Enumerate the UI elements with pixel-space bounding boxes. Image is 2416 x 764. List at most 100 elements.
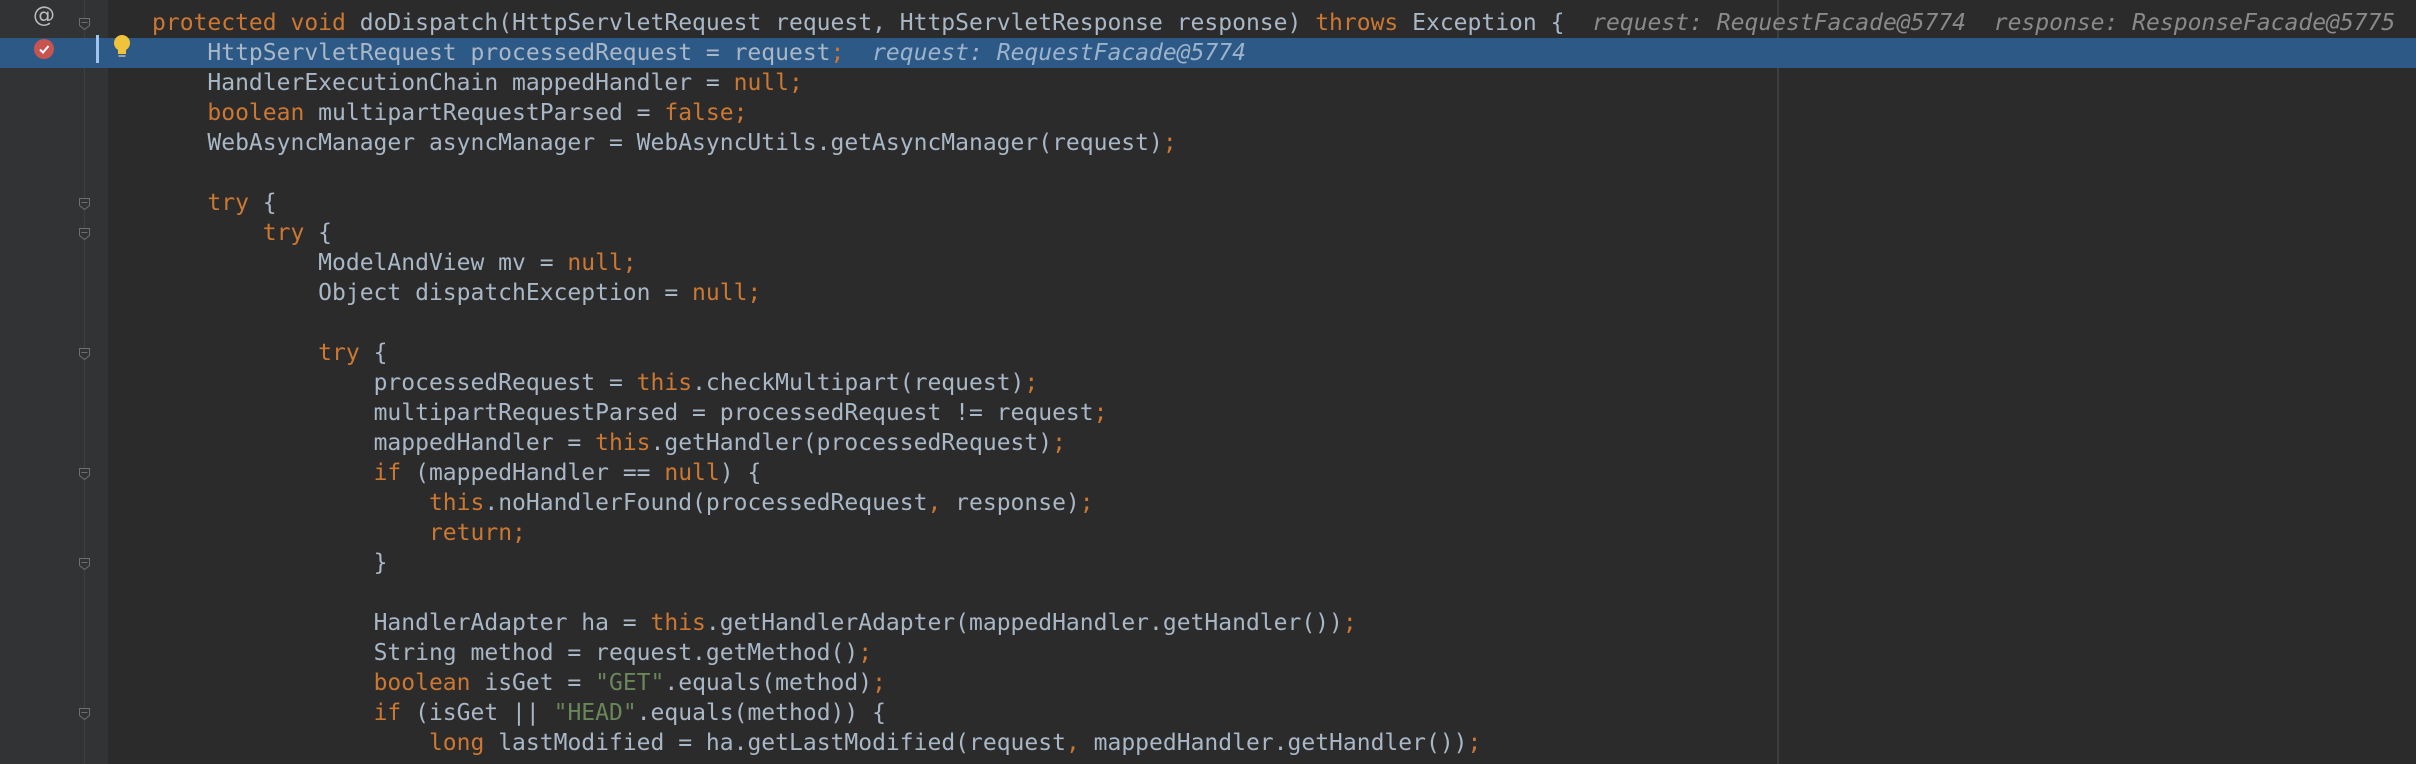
code-token: this: [650, 610, 706, 636]
code-token: HttpServletRequest processedRequest = re…: [207, 40, 831, 66]
code-token: "HEAD": [553, 700, 637, 726]
code-editor[interactable]: protected void doDispatch(HttpServletReq…: [0, 0, 2416, 764]
code-token: {: [373, 340, 388, 366]
code-line[interactable]: String method = request.getMethod();: [0, 638, 2416, 668]
code-line[interactable]: if (mappedHandler == null) {: [0, 458, 2416, 488]
code-token: this: [636, 370, 693, 396]
code-token: long: [428, 730, 499, 756]
fold-marker-icon[interactable]: [79, 198, 90, 210]
code-token: ;: [1467, 730, 1482, 756]
code-line[interactable]: boolean multipartRequestParsed = false;: [0, 98, 2416, 128]
code-token: {: [318, 220, 333, 246]
code-token: isGet =: [484, 670, 596, 696]
code-line[interactable]: protected void doDispatch(HttpServletReq…: [0, 8, 2416, 38]
code-line[interactable]: mappedHandler = this.getHandler(processe…: [0, 428, 2416, 458]
code-line[interactable]: multipartRequestParsed = processedReques…: [0, 398, 2416, 428]
code-text: processedRequest = this.checkMultipart(r…: [152, 368, 1039, 398]
fold-marker-icon[interactable]: [79, 228, 90, 240]
code-token: {: [262, 190, 277, 216]
code-token: protected void: [152, 10, 360, 36]
code-token: this: [595, 430, 651, 456]
code-token: .equals(method): [664, 670, 873, 696]
code-token: "GET": [595, 670, 665, 696]
override-icon[interactable]: @: [33, 3, 55, 28]
code-token: .getHandler(processedRequest): [650, 430, 1053, 456]
code-token: ;: [858, 640, 873, 666]
code-line[interactable]: if (isGet || "HEAD".equals(method)) {: [0, 698, 2416, 728]
code-text: HttpServletRequest processedRequest = re…: [152, 38, 1246, 68]
fold-marker-icon[interactable]: [79, 708, 90, 720]
fold-marker-icon[interactable]: [79, 558, 90, 570]
code-token: ,: [1065, 730, 1094, 756]
code-token: return;: [428, 520, 526, 546]
code-line[interactable]: WebAsyncManager asyncManager = WebAsyncU…: [0, 128, 2416, 158]
code-line[interactable]: boolean isGet = "GET".equals(method);: [0, 668, 2416, 698]
code-token: HandlerExecutionChain mappedHandler =: [207, 70, 734, 96]
fold-marker-icon[interactable]: [79, 18, 90, 30]
code-line[interactable]: return;: [0, 518, 2416, 548]
code-token: try: [207, 190, 263, 216]
code-token: multipartRequestParsed =: [318, 100, 665, 126]
code-token: doDispatch(HttpServletRequest request, H…: [359, 10, 1316, 36]
code-token: processedRequest =: [373, 370, 637, 396]
code-line[interactable]: Object dispatchException = null;: [0, 278, 2416, 308]
lightbulb-icon[interactable]: [112, 34, 132, 60]
code-token: ;: [1162, 130, 1177, 156]
code-token: try: [262, 220, 319, 246]
code-token: null;: [567, 250, 637, 276]
code-text: this.noHandlerFound(processedRequest, re…: [152, 488, 1094, 518]
code-token: null;: [692, 280, 762, 306]
code-line[interactable]: [0, 158, 2416, 188]
code-token: this: [428, 490, 485, 516]
code-token: lastModified = ha.getLastModified(reques…: [498, 730, 1066, 756]
code-token: false;: [664, 100, 748, 126]
breakpoint-icon[interactable]: [33, 38, 55, 60]
fold-marker-icon[interactable]: [79, 468, 90, 480]
inlay-hint: request: RequestFacade@5774: [844, 40, 1246, 66]
code-line[interactable]: try {: [0, 338, 2416, 368]
code-line[interactable]: processedRequest = this.checkMultipart(r…: [0, 368, 2416, 398]
code-line[interactable]: HandlerAdapter ha = this.getHandlerAdapt…: [0, 608, 2416, 638]
code-text: Object dispatchException = null;: [152, 278, 761, 308]
code-token: boolean: [373, 670, 485, 696]
code-line[interactable]: [0, 578, 2416, 608]
code-text: try {: [152, 338, 387, 368]
code-line[interactable]: ModelAndView mv = null;: [0, 248, 2416, 278]
code-line[interactable]: this.noHandlerFound(processedRequest, re…: [0, 488, 2416, 518]
code-line[interactable]: [0, 308, 2416, 338]
code-line[interactable]: try {: [0, 188, 2416, 218]
code-text: }: [152, 548, 388, 578]
code-line[interactable]: try {: [0, 218, 2416, 248]
code-token: boolean: [207, 100, 319, 126]
code-line-current[interactable]: HttpServletRequest processedRequest = re…: [0, 38, 2416, 68]
fold-marker-icon[interactable]: [79, 348, 90, 360]
code-line[interactable]: [0, 758, 2416, 764]
text-caret: [96, 35, 99, 63]
code-line[interactable]: HandlerExecutionChain mappedHandler = nu…: [0, 68, 2416, 98]
code-token: .equals(method)) {: [636, 700, 886, 726]
code-token: .checkMultipart(request): [692, 370, 1025, 396]
code-token: Object dispatchException =: [318, 280, 693, 306]
code-token: ModelAndView mv =: [318, 250, 568, 276]
code-token: try: [318, 340, 374, 366]
code-line[interactable]: }: [0, 548, 2416, 578]
code-token: null;: [733, 70, 803, 96]
code-text: if (mappedHandler == null) {: [152, 458, 762, 488]
code-text: return;: [152, 518, 526, 548]
code-line[interactable]: long lastModified = ha.getLastModified(r…: [0, 728, 2416, 758]
code-text: multipartRequestParsed = processedReques…: [152, 398, 1108, 428]
code-token: ;: [1093, 400, 1108, 426]
code-token: String method = request.getMethod(): [373, 640, 859, 666]
code-token: (isGet ||: [415, 700, 554, 726]
code-token: ) {: [719, 460, 762, 486]
code-token: response): [955, 490, 1080, 516]
code-token: ;: [830, 40, 845, 66]
code-token: ;: [872, 670, 886, 696]
